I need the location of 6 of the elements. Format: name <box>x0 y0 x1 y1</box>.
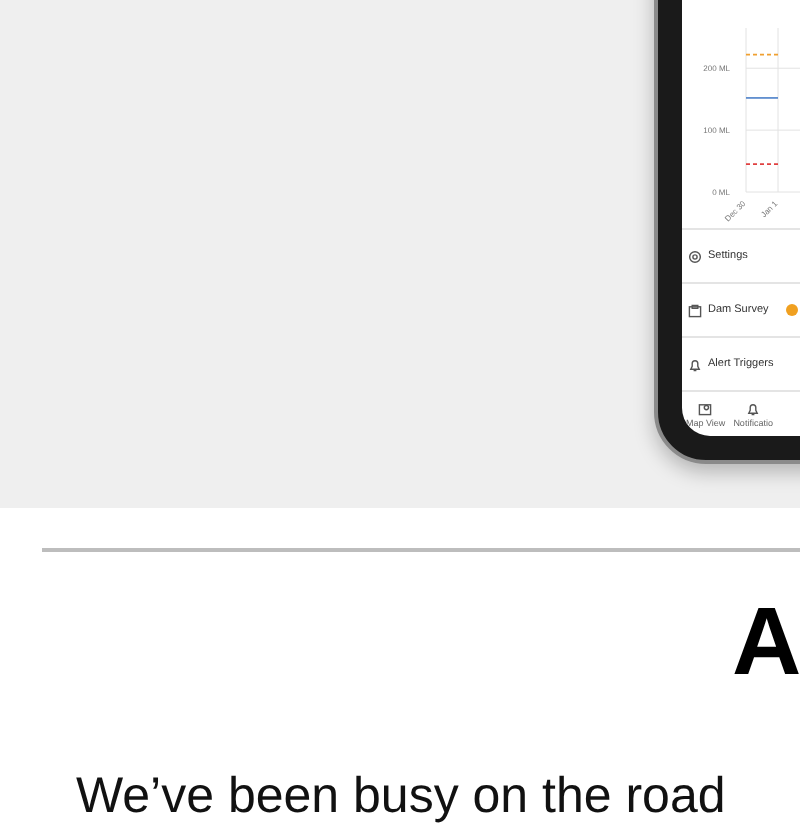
map-icon <box>698 401 713 415</box>
bell-icon <box>688 357 702 371</box>
clipboard-icon <box>688 303 702 317</box>
intro-text: We’ve been busy on the road <box>76 768 728 826</box>
bell-icon <box>746 401 761 415</box>
section-heading: A <box>732 596 800 692</box>
